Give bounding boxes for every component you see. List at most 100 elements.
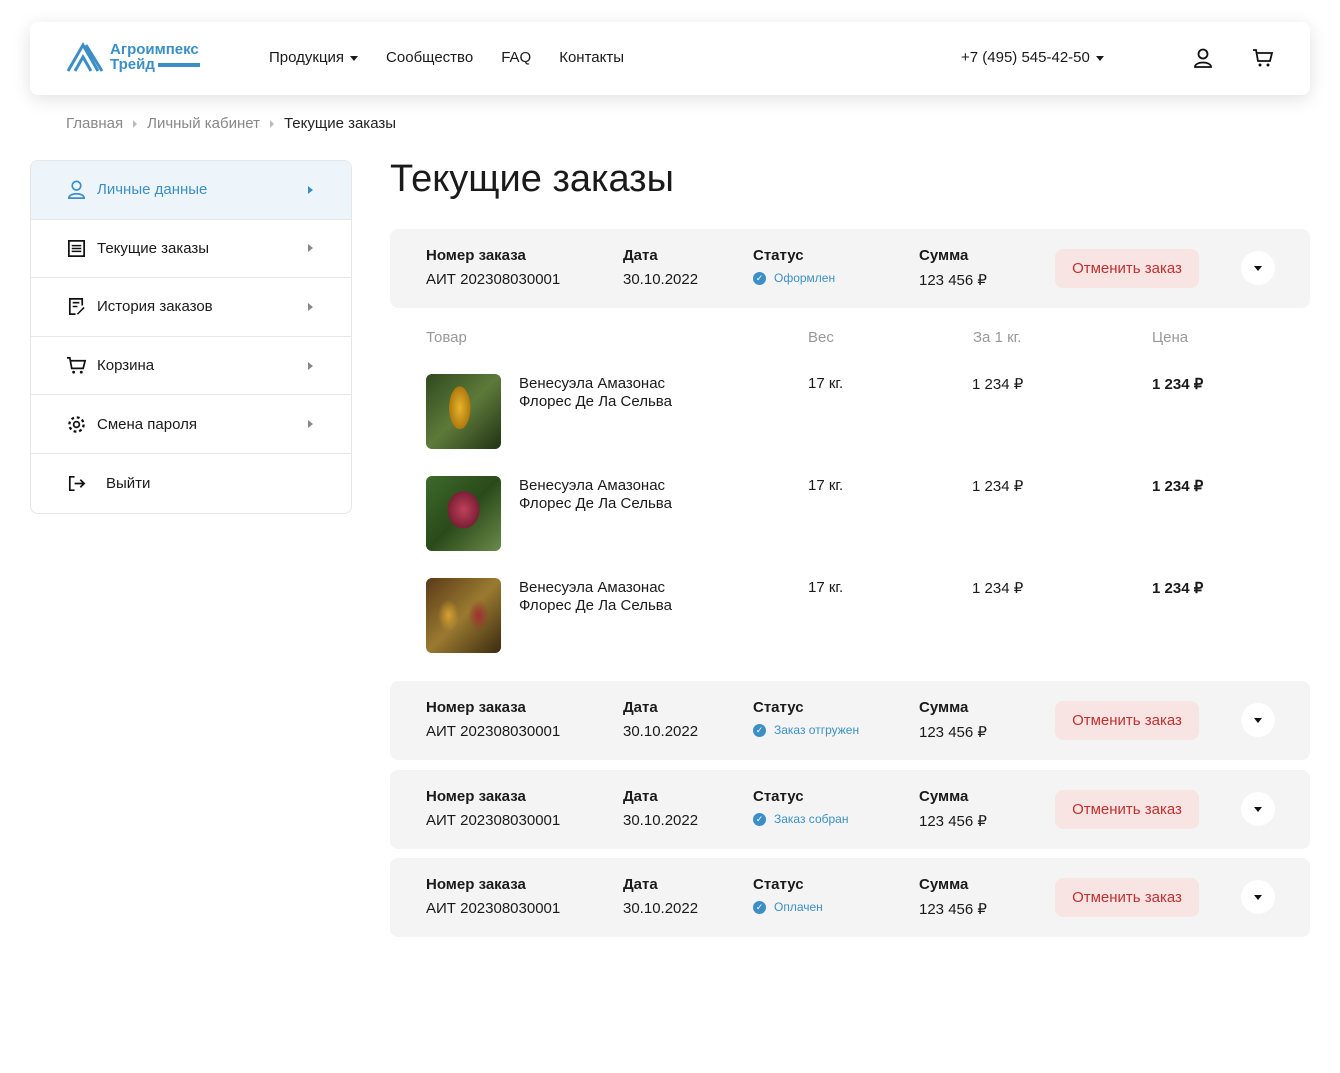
date-label: Дата [623,247,658,264]
order-date: 30.10.2022 [623,723,699,740]
status-badge: ✓ Оформлен [753,271,835,285]
logo[interactable]: Агроимпекс Трейд [66,42,200,72]
cancel-order-button[interactable]: Отменить заказ [1055,249,1199,288]
order-card: Номер заказа АИТ 202308030001 Дата 30.10.2… [390,858,1310,937]
expand-order-button[interactable] [1241,792,1275,826]
chevron-down-icon [350,55,359,61]
logo-text-line2: Трейд [110,56,155,73]
cancel-order-button[interactable]: Отменить заказ [1055,701,1199,740]
sidebar-item-order-history[interactable]: История заказов [31,278,351,337]
order-number: АИТ 202308030001 [426,271,561,288]
order-number-label: Номер заказа [426,788,526,805]
order-sum: 123 456 ₽ [919,813,987,830]
breadcrumb-home[interactable]: Главная [66,115,123,132]
item-price: 1 234 ₽ [1152,478,1204,495]
expand-order-button[interactable] [1241,703,1275,737]
col-per-kg: За 1 кг. [973,329,1022,346]
status-label: Статус [753,699,804,716]
product-name[interactable]: Венесуэла Амазонас Флорес Де Ла Сельва [519,375,672,411]
col-weight: Вес [808,329,834,346]
logo-text-line1: Агроимпекс [110,41,199,58]
breadcrumb-account[interactable]: Личный кабинет [147,115,260,132]
product-image[interactable] [426,476,501,551]
order-card: Номер заказа АИТ 202308030001 Дата 30.10.2… [390,770,1310,849]
receipt-icon [68,239,85,257]
list-item: Венесуэла Амазонас Флорес Де Ла Сельва 17… [426,476,1226,551]
logo-icon [66,42,104,72]
nav-community[interactable]: Сообщество [386,49,473,66]
date-label: Дата [623,876,658,893]
cart-icon [66,357,87,374]
col-product: Товар [426,329,467,346]
item-price-per-kg: 1 234 ₽ [972,580,1024,597]
check-icon: ✓ [753,900,766,914]
order-date: 30.10.2022 [623,812,699,829]
order-card: Номер заказа АИТ 202308030001 Дата 30.10.2… [390,681,1310,760]
order-number: АИТ 202308030001 [426,900,561,917]
sum-label: Сумма [919,247,969,264]
product-image[interactable] [426,374,501,449]
check-icon: ✓ [753,812,766,826]
logout-icon [68,475,86,491]
breadcrumb: Главная Личный кабинет Текущие заказы [66,115,396,132]
gear-icon [68,415,85,433]
sidebar-item-change-password[interactable]: Смена пароля [31,395,351,454]
expand-order-button[interactable] [1241,251,1275,285]
check-icon: ✓ [753,271,766,285]
order-sum: 123 456 ₽ [919,901,987,918]
item-weight: 17 кг. [808,477,844,494]
user-icon[interactable] [1192,47,1214,69]
product-name[interactable]: Венесуэла Амазонас Флорес Де Ла Сельва [519,477,672,513]
nav-faq[interactable]: FAQ [501,49,531,66]
status-label: Статус [753,247,804,264]
status-badge: ✓ Заказ отгружен [753,723,859,737]
list-item: Венесуэла Амазонас Флорес Де Ла Сельва 17… [426,578,1226,653]
order-date: 30.10.2022 [623,900,699,917]
order-number-label: Номер заказа [426,247,526,264]
sidebar-item-cart[interactable]: Корзина [31,337,351,396]
order-number: АИТ 202308030001 [426,812,561,829]
item-weight: 17 кг. [808,375,844,392]
order-sum: 123 456 ₽ [919,724,987,741]
product-image[interactable] [426,578,501,653]
item-price: 1 234 ₽ [1152,580,1204,597]
item-price-per-kg: 1 234 ₽ [972,478,1024,495]
chevron-down-icon [1095,55,1104,61]
sum-label: Сумма [919,788,969,805]
product-name[interactable]: Венесуэла Амазонас Флорес Де Ла Сельва [519,579,672,615]
order-number: АИТ 202308030001 [426,723,561,740]
chevron-down-icon [1254,265,1262,271]
chevron-down-icon [1254,806,1262,812]
expand-order-button[interactable] [1241,880,1275,914]
main-nav: Продукция Сообщество FAQ Контакты [269,49,624,66]
phone-dropdown[interactable]: +7 (495) 545-42-50 [961,49,1104,66]
cancel-order-button[interactable]: Отменить заказ [1055,878,1199,917]
cancel-order-button[interactable]: Отменить заказ [1055,790,1199,829]
nav-contacts[interactable]: Контакты [559,49,624,66]
check-icon: ✓ [753,723,766,737]
chevron-down-icon [1254,717,1262,723]
status-label: Статус [753,788,804,805]
col-price: Цена [1152,329,1189,346]
sidebar-item-logout[interactable]: Выйти [31,454,351,513]
chevron-down-icon [1254,894,1262,900]
sum-label: Сумма [919,876,969,893]
order-sum: 123 456 ₽ [919,272,987,289]
page-title: Текущие заказы [390,158,674,200]
user-icon [68,180,85,200]
sidebar-item-personal[interactable]: Личные данные [31,161,351,220]
nav-products[interactable]: Продукция [269,49,359,66]
date-label: Дата [623,699,658,716]
item-price: 1 234 ₽ [1152,376,1204,393]
status-label: Статус [753,876,804,893]
sidebar: Личные данные Текущие заказы История зак… [30,160,352,514]
order-date: 30.10.2022 [623,271,699,288]
breadcrumb-current: Текущие заказы [283,115,397,132]
sidebar-item-current-orders[interactable]: Текущие заказы [31,220,351,279]
date-label: Дата [623,788,658,805]
sum-label: Сумма [919,699,969,716]
cart-icon[interactable] [1252,47,1274,69]
item-price-per-kg: 1 234 ₽ [972,376,1024,393]
status-badge: ✓ Заказ собран [753,812,848,826]
list-item: Венесуэла Амазонас Флорес Де Ла Сельва 17… [426,374,1226,449]
